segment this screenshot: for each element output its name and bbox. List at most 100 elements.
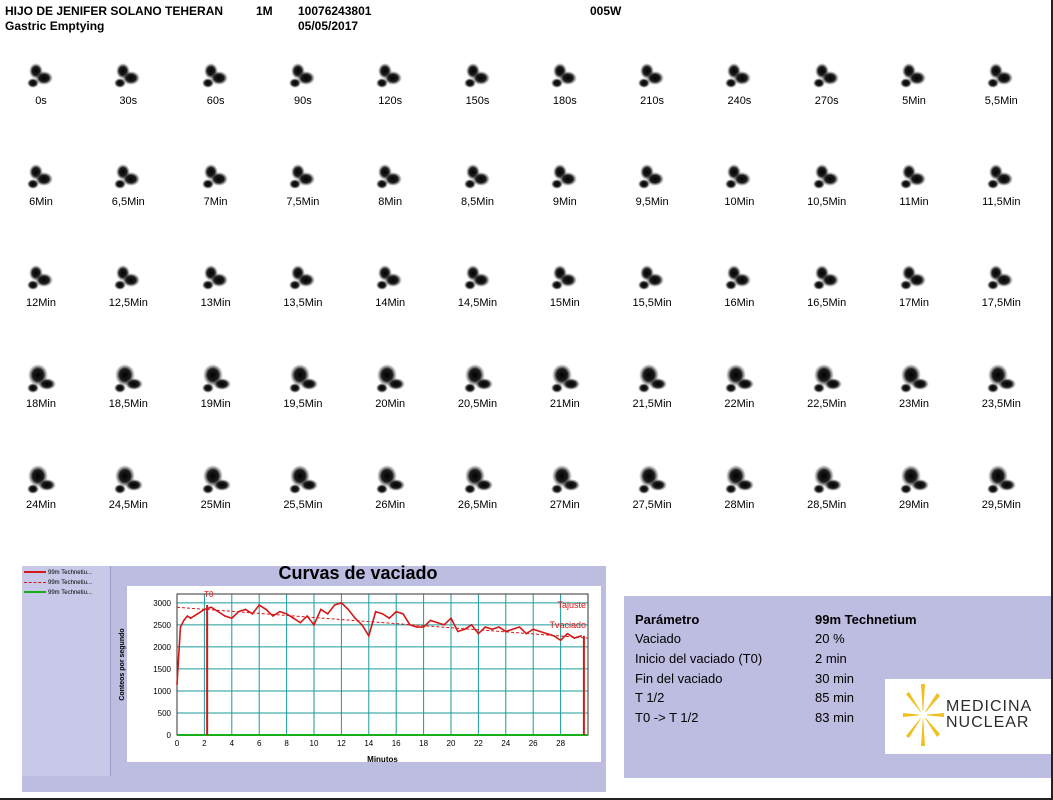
series-main-point [546,632,548,635]
scintigraphy-frame: 29,5Min [961,459,1041,519]
series-main-point [210,606,213,609]
frame-time-label: 10Min [724,196,755,208]
stomach-blob-image [900,63,926,88]
stomach-blob-image [201,364,231,393]
study-name: Gastric Emptying [5,19,105,33]
legend-item-fit: 99m Technetiu... [24,580,92,587]
y-tick-label: 500 [158,709,172,718]
frame-time-label: 30s [119,95,138,107]
t0-annotation: T0 [204,590,214,599]
series-main-point [326,613,329,615]
stomach-blob-image [288,465,318,494]
series-main-point [183,619,185,622]
frame-time-label: 9Min [552,196,577,208]
study-date: 05/05/2017 [298,19,359,33]
frame-time-label: 0s [35,95,47,107]
series-main-point [477,632,480,635]
series-main-point [203,608,206,611]
series-main-point [320,608,322,611]
x-axis-label: Minutos [367,755,398,764]
frame-time-label: 23,5Min [981,398,1021,410]
series-main-point [484,626,487,628]
scintigraphy-frame: 15,5Min [612,257,692,317]
frame-time-label: 120s [378,95,403,107]
frame-time-label: 23Min [899,398,929,410]
x-tick-label: 14 [364,739,373,748]
stomach-blob-image [550,465,580,494]
stomach-blob-image [638,63,665,88]
frame-time-label: 27Min [549,499,580,511]
scintigraphy-frame: 8Min [350,156,430,216]
stomach-blob-image [812,364,842,393]
frame-time-label: 7Min [203,196,228,208]
medicina-nuclear-logo-icon [903,684,944,746]
frame-time-label: 7,5Min [286,196,320,208]
series-main-point [179,626,182,628]
stomach-blob-image [463,265,490,290]
x-tick-label: 12 [337,739,346,748]
stomach-blob-image [987,364,1017,393]
frame-time-label: 28Min [724,499,755,511]
stomach-blob-image [114,364,144,393]
stomach-blob-image [812,63,839,88]
stomach-blob-image [463,63,490,88]
scintigraphy-frame: 8,5Min [438,156,518,216]
stomach-blob-image [376,164,403,189]
frame-time-label: 13Min [200,297,231,309]
frame-time-label: 6,5Min [111,196,145,208]
scintigraphy-frame: 23Min [874,358,954,418]
stomach-blob-image [900,164,926,189]
stomach-blob-image [550,364,580,393]
frame-time-label: 12,5Min [108,297,148,309]
series-main-point [498,626,500,628]
frame-time-label: 20,5Min [457,398,498,410]
frame-time-label: 29Min [899,499,929,511]
stomach-blob-image [27,63,53,88]
series-main-point [299,621,302,624]
emptying-curve-chart: 0 2 4 6 8 10 12 14 16 18 20 22 24 26 28050010001500200… [119,590,589,764]
x-tick-label: 10 [310,739,319,748]
frame-time-label: 15,5Min [632,297,672,309]
scintigraphy-frame: 6Min [1,156,81,216]
frame-time-label: 6Min [29,196,53,208]
stomach-blob-image [987,265,1014,290]
stomach-blob-image [463,164,490,189]
stomach-blob-image [812,465,842,494]
frame-time-label: 19,5Min [283,398,323,410]
series-main-point [313,624,315,626]
frame-time-label: 270s [814,95,839,107]
frame-time-label: 5,5Min [984,95,1018,107]
frame-time-label: 14,5Min [457,297,498,309]
stomach-blob-image [900,364,929,393]
series-main-point [566,632,569,635]
y-tick-label: 0 [167,731,172,740]
param-label-half: T 1/2 [635,690,665,705]
series-main-point [258,604,260,606]
stomach-blob-image [114,63,141,88]
patient-name: HIJO DE JENIFER SOLANO TEHERAN [5,4,224,18]
legend-item-baseline: 99m Technetiu... [24,590,92,597]
frame-time-label: 19Min [200,398,231,410]
scintigraphy-frame: 120s [350,55,430,115]
stomach-blob-image [201,265,228,290]
scintigraphy-frame: 0s [1,55,81,115]
series-main-point [306,615,308,617]
series-main-point [285,613,288,615]
scintigraphy-frame: 30s [88,55,168,115]
scintigraphy-frame: 270s [787,55,867,115]
series-main-point [231,617,233,620]
stomach-blob-image [550,63,577,88]
scintigraphy-frame: 29Min [874,459,954,519]
param-header-value: 99m Technetium [815,612,917,627]
frame-time-label: 18,5Min [108,398,148,410]
frame-time-label: 11,5Min [982,196,1021,208]
frame-time-label: 22Min [724,398,755,410]
frame-time-label: 11Min [899,196,929,208]
scintigraphy-frame: 150s [438,55,518,115]
series-main-point [224,615,226,617]
stomach-blob-image [725,265,752,290]
scintigraphy-frame: 20,5Min [438,358,518,418]
scintigraphy-frame: 9,5Min [612,156,692,216]
stomach-blob-image [376,364,406,393]
stomach-blob-image [987,63,1014,88]
